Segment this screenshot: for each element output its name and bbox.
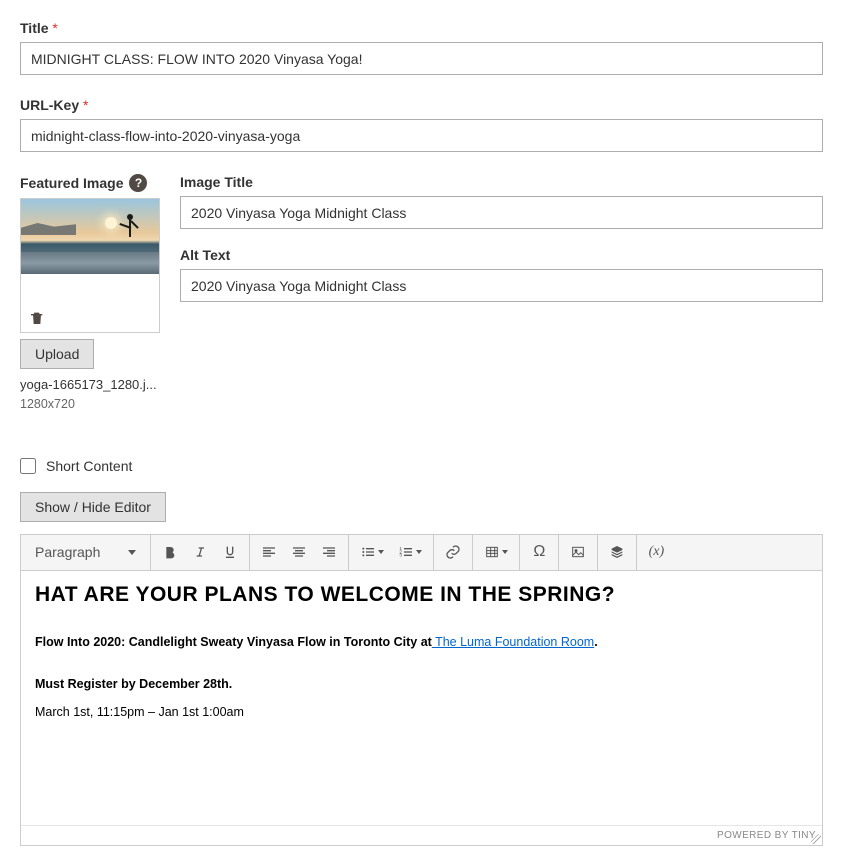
editor-footer: POWERED BY TINY — [21, 825, 822, 845]
align-left-button[interactable] — [255, 538, 283, 566]
alt-text-input[interactable] — [180, 269, 823, 302]
svg-text:3: 3 — [400, 553, 403, 558]
short-content-row: Short Content — [20, 458, 823, 474]
chevron-down-icon — [128, 550, 136, 555]
help-icon[interactable]: ? — [129, 174, 147, 192]
file-dimensions: 1280x720 — [20, 396, 160, 414]
file-name: yoga-1665173_1280.j... — [20, 377, 160, 392]
align-center-button[interactable] — [285, 538, 313, 566]
content-link[interactable]: The Luma Foundation Room — [432, 635, 594, 649]
bold-button[interactable] — [156, 538, 184, 566]
short-content-checkbox[interactable] — [20, 458, 36, 474]
featured-image-col: Featured Image ? Upload yoga-1665173_128… — [20, 174, 160, 414]
content-heading: HAT ARE YOUR PLANS TO WELCOME IN THE SPR… — [35, 583, 808, 607]
align-right-button[interactable] — [315, 538, 343, 566]
editor-content[interactable]: HAT ARE YOUR PLANS TO WELCOME IN THE SPR… — [21, 571, 822, 825]
bullet-list-button[interactable] — [354, 538, 390, 566]
image-section: Featured Image ? Upload yoga-1665173_128… — [20, 174, 823, 414]
featured-image-label: Featured Image — [20, 175, 123, 191]
powered-by-label: POWERED BY TINY — [717, 830, 816, 841]
toggle-editor-button[interactable]: Show / Hide Editor — [20, 492, 166, 522]
image-title-label: Image Title — [180, 174, 823, 190]
resize-handle[interactable] — [811, 834, 821, 844]
numbered-list-button[interactable]: 123 — [392, 538, 428, 566]
urlkey-label: URL-Key — [20, 97, 823, 113]
special-char-button[interactable]: Ω — [525, 538, 553, 566]
upload-button[interactable]: Upload — [20, 339, 94, 369]
italic-button[interactable] — [186, 538, 214, 566]
short-content-label: Short Content — [46, 458, 132, 474]
alt-text-field: Alt Text — [180, 247, 823, 302]
format-select[interactable]: Paragraph — [25, 544, 146, 560]
title-label: Title — [20, 20, 823, 36]
urlkey-input[interactable] — [20, 119, 823, 152]
title-field: Title — [20, 20, 823, 75]
table-button[interactable] — [478, 538, 514, 566]
editor-toolbar: Paragraph 123 Ω — [21, 535, 822, 571]
delete-image-icon[interactable] — [29, 310, 45, 326]
image-title-field: Image Title — [180, 174, 823, 229]
link-button[interactable] — [439, 538, 467, 566]
urlkey-field: URL-Key — [20, 97, 823, 152]
title-input[interactable] — [20, 42, 823, 75]
variable-button[interactable]: (x) — [642, 538, 670, 566]
image-title-input[interactable] — [180, 196, 823, 229]
alt-text-label: Alt Text — [180, 247, 823, 263]
image-button[interactable] — [564, 538, 592, 566]
image-meta-col: Image Title Alt Text — [180, 174, 823, 320]
wysiwyg-editor: Paragraph 123 Ω — [20, 534, 823, 846]
content-p2: Must Register by December 28th. — [35, 677, 808, 691]
image-preview[interactable] — [20, 198, 160, 333]
underline-button[interactable] — [216, 538, 244, 566]
widget-button[interactable] — [603, 538, 631, 566]
content-p3: March 1st, 11:15pm – Jan 1st 1:00am — [35, 705, 808, 719]
content-p1: Flow Into 2020: Candlelight Sweaty Vinya… — [35, 635, 808, 649]
